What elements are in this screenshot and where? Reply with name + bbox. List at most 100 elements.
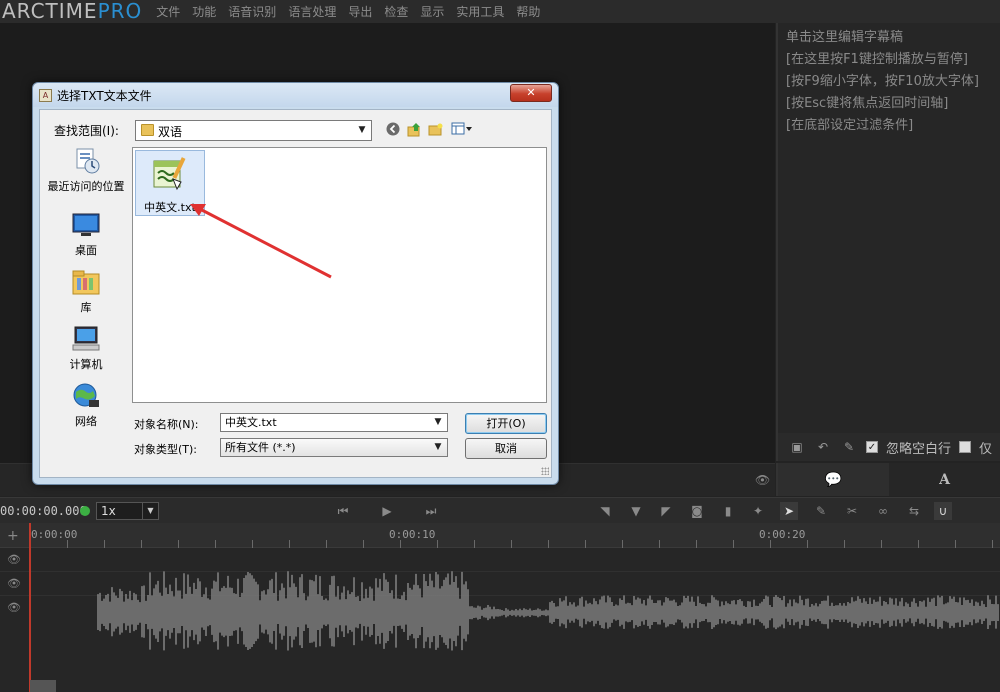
up-folder-icon[interactable] [406, 121, 422, 137]
file-name-input[interactable]: 中英文.txt ▼ [220, 413, 448, 432]
menu-file[interactable]: 文件 [156, 3, 180, 20]
place-computer[interactable]: 计算机 [44, 325, 128, 372]
view-menu-icon[interactable] [450, 121, 474, 137]
mark-down-icon[interactable]: ▼ [627, 502, 645, 520]
undo-icon[interactable]: ↶ [814, 438, 832, 456]
menu-check[interactable]: 检查 [384, 3, 408, 20]
mark-start-icon[interactable]: ◥ [596, 502, 614, 520]
menu-bar: ARCTIMEPRO 文件 功能 语音识别 语言处理 导出 检查 显示 实用工具… [0, 0, 1000, 23]
skip-back-icon[interactable]: ⏮ [334, 502, 352, 520]
file-list[interactable]: 中英文.txt [132, 147, 547, 403]
app-icon: A [39, 89, 52, 102]
notepad-text-file-icon [151, 155, 189, 191]
file-name-value: 中英文.txt [225, 416, 277, 429]
library-icon [71, 268, 101, 296]
menu-display[interactable]: 显示 [420, 3, 444, 20]
ruler-ticks [30, 540, 1000, 548]
file-name: 中英文.txt [144, 201, 196, 214]
magic-wand-icon[interactable]: ✦ [749, 502, 767, 520]
resize-grip[interactable] [541, 467, 549, 475]
tab-subtitles[interactable]: 💬 [778, 463, 889, 496]
magnet-icon[interactable]: ∪ [934, 502, 952, 520]
close-icon: ✕ [526, 86, 536, 99]
eye-icon[interactable]: 👁 [7, 577, 21, 591]
mark-end-icon[interactable]: ◤ [657, 502, 675, 520]
timeline-tracks[interactable]: 👁 👁 👁 [0, 548, 1000, 692]
hint-line: [按Esc键将焦点返回时间轴] [786, 96, 949, 111]
place-library[interactable]: 库 [44, 268, 128, 315]
link-icon[interactable]: ∞ [874, 502, 892, 520]
text-style-icon: A [939, 471, 950, 488]
time-ruler[interactable]: + 0:00:00 0:00:10 0:00:20 [0, 523, 1000, 548]
file-item[interactable]: 中英文.txt [135, 150, 205, 216]
cursor-icon[interactable]: ➤ [780, 502, 798, 520]
dialog-titlebar[interactable]: A 选择TXT文本文件 ✕ [33, 83, 558, 107]
right-panel-tabs: 💬 A [776, 463, 1000, 496]
ignore-blank-checkbox[interactable]: ✓ [866, 441, 878, 453]
only-label: 仅 [979, 441, 993, 457]
back-icon[interactable] [385, 121, 401, 137]
hint-line: [按F9缩小字体，按F10放大字体] [786, 74, 979, 89]
ignore-blank-label: 忽略空白行 [886, 441, 952, 457]
arctime-window: ARCTIMEPRO 文件 功能 语音识别 语言处理 导出 检查 显示 实用工具… [0, 0, 1000, 692]
speed-select[interactable]: 1x ▼ [96, 502, 159, 520]
square-icon[interactable]: ▣ [788, 438, 806, 456]
file-type-value: 所有文件 (*.*) [225, 441, 296, 454]
dialog-title: 选择TXT文本文件 [57, 89, 152, 103]
bookmark-icon[interactable]: ▮ [719, 502, 737, 520]
look-in-label: 查找范围(I): [54, 124, 119, 138]
folder-icon [141, 124, 154, 136]
pencil-icon[interactable]: ✎ [840, 438, 858, 456]
place-label: 库 [80, 301, 92, 314]
place-network[interactable]: 网络 [44, 382, 128, 429]
timecode-display: 00:00:00.000 [0, 504, 87, 518]
recent-places-icon [71, 147, 101, 175]
chevron-down-icon[interactable]: ▼ [431, 415, 445, 430]
look-in-select[interactable]: 双语 ▼ [135, 120, 372, 141]
menu-tools[interactable]: 实用工具 [456, 3, 504, 20]
chevron-down-icon: ▼ [142, 503, 158, 519]
subtitle-toolbar: ▣ ↶ ✎ ✓ 忽略空白行 仅 [776, 433, 1000, 461]
place-label: 网络 [75, 415, 97, 428]
menu-speech-recognition[interactable]: 语音识别 [228, 3, 276, 20]
edit-icon[interactable]: ✎ [812, 502, 830, 520]
timeline-controls: 00:00:00.000 1x ▼ ⏮ ▶ ⏭ ◥ ▼ ◤ ◙ ▮ ✦ ➤ ✎ ✂… [0, 497, 1000, 523]
file-name-label: 对象名称(N): [134, 418, 199, 431]
open-button[interactable]: 打开(O) [465, 413, 547, 434]
place-desktop[interactable]: 桌面 [44, 211, 128, 258]
hint-line: [在底部设定过滤条件] [786, 118, 914, 133]
scissors-icon[interactable]: ✂ [843, 502, 861, 520]
new-folder-icon[interactable] [427, 121, 443, 137]
hint-line: [在这里按F1键控制播放与暂停] [786, 52, 968, 67]
look-in-value: 双语 [158, 125, 183, 139]
cancel-button[interactable]: 取消 [465, 438, 547, 459]
file-type-select[interactable]: 所有文件 (*.*) ▼ [220, 438, 448, 457]
close-button[interactable]: ✕ [510, 84, 552, 102]
place-recent[interactable]: 最近访问的位置 [44, 147, 128, 194]
playhead[interactable] [29, 523, 31, 692]
eye-icon[interactable]: 👁 [755, 473, 770, 487]
eye-icon[interactable]: 👁 [7, 601, 21, 615]
menu-export[interactable]: 导出 [348, 3, 372, 20]
place-label: 计算机 [69, 358, 103, 371]
places-bar: 最近访问的位置 桌面 库 计算机 网络 [44, 147, 128, 447]
tab-text-style[interactable]: A [889, 463, 1000, 496]
add-track-icon[interactable]: + [7, 528, 19, 544]
menu-help[interactable]: 帮助 [516, 3, 540, 20]
swap-icon[interactable]: ⇆ [905, 502, 923, 520]
waveform-path [97, 571, 999, 651]
menu-language-processing[interactable]: 语言处理 [288, 3, 336, 20]
play-icon[interactable]: ▶ [378, 502, 396, 520]
only-checkbox[interactable] [959, 441, 972, 453]
hint-line: 单击这里编辑字幕稿 [786, 30, 904, 45]
eye-icon[interactable]: 👁 [7, 553, 21, 567]
chevron-down-icon: ▼ [434, 442, 442, 452]
audio-waveform [97, 571, 999, 651]
menu-function[interactable]: 功能 [192, 3, 216, 20]
skip-forward-icon[interactable]: ⏭ [422, 502, 440, 520]
camera-icon[interactable]: ◙ [688, 502, 706, 520]
timeline-scrollbar[interactable] [30, 680, 56, 692]
subtitle-editor[interactable]: 单击这里编辑字幕稿 [在这里按F1键控制播放与暂停] [按F9缩小字体，按F10… [776, 23, 1000, 433]
speed-value: 1x [101, 504, 116, 518]
place-label: 桌面 [75, 244, 97, 257]
